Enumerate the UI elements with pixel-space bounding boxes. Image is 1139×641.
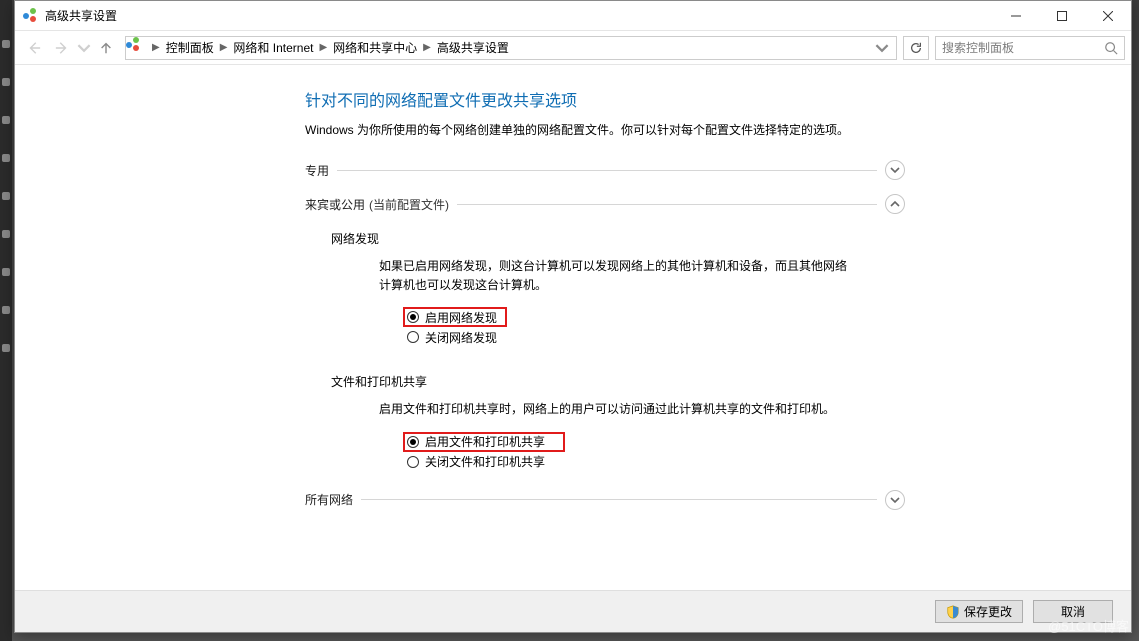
cancel-button[interactable]: 取消 xyxy=(1033,600,1113,623)
nav-forward-button[interactable] xyxy=(49,35,75,61)
content-area: 针对不同的网络配置文件更改共享选项 Windows 为你所使用的每个网络创建单独… xyxy=(15,65,1131,590)
radio-label: 启用网络发现 xyxy=(425,309,497,326)
radio-icon xyxy=(407,456,419,468)
titlebar: 高级共享设置 xyxy=(15,1,1131,31)
nav-back-button[interactable] xyxy=(21,35,47,61)
chevron-right-icon[interactable]: ▶ xyxy=(421,42,433,53)
section-label: 所有网络 xyxy=(305,491,353,508)
address-dropdown-button[interactable] xyxy=(872,38,892,58)
section-private: 专用 xyxy=(305,160,905,180)
radio-label: 关闭文件和打印机共享 xyxy=(425,453,545,470)
file-printer-description: 启用文件和打印机共享时，网络上的用户可以访问通过此计算机共享的文件和打印机。 xyxy=(379,400,849,419)
section-guest-header[interactable]: 来宾或公用 (当前配置文件) xyxy=(305,194,905,214)
nav-recent-dropdown[interactable] xyxy=(77,35,91,61)
breadcrumb: 控制面板 ▶ 网络和 Internet ▶ 网络和共享中心 ▶ 高级共享设置 xyxy=(162,37,872,59)
minimize-button[interactable] xyxy=(993,1,1039,31)
divider xyxy=(337,170,877,171)
chevron-down-icon xyxy=(885,160,905,180)
divider xyxy=(361,499,877,500)
refresh-button[interactable] xyxy=(903,36,929,60)
chevron-right-icon[interactable]: ▶ xyxy=(317,42,329,53)
network-sharing-icon xyxy=(23,8,39,24)
save-button-label: 保存更改 xyxy=(964,603,1012,620)
breadcrumb-item[interactable]: 网络和 Internet xyxy=(229,37,317,59)
shield-icon xyxy=(946,605,960,619)
radio-icon xyxy=(407,311,419,323)
radio-enable-file-printer-sharing[interactable]: 启用文件和打印机共享 xyxy=(403,432,565,452)
search-input[interactable]: 搜索控制面板 xyxy=(935,36,1125,60)
breadcrumb-item[interactable]: 网络和共享中心 xyxy=(329,37,421,59)
network-discovery-title: 网络发现 xyxy=(331,230,905,247)
advanced-sharing-window: 高级共享设置 xyxy=(14,0,1132,633)
navigation-bar: ▶ 控制面板 ▶ 网络和 Internet ▶ 网络和共享中心 ▶ 高级共享设置 xyxy=(15,31,1131,65)
page-heading: 针对不同的网络配置文件更改共享选项 xyxy=(305,87,905,111)
network-discovery-description: 如果已启用网络发现，则这台计算机可以发现网络上的其他计算机和设备，而且其他网络计… xyxy=(379,257,849,295)
save-button[interactable]: 保存更改 xyxy=(935,600,1023,623)
search-placeholder: 搜索控制面板 xyxy=(942,39,1104,56)
radio-label: 关闭网络发现 xyxy=(425,329,497,346)
footer-bar: 保存更改 取消 xyxy=(15,590,1131,632)
divider xyxy=(457,204,877,205)
chevron-right-icon[interactable]: ▶ xyxy=(150,42,162,53)
maximize-button[interactable] xyxy=(1039,1,1085,31)
chevron-down-icon xyxy=(885,490,905,510)
radio-icon xyxy=(407,436,419,448)
radio-disable-network-discovery[interactable]: 关闭网络发现 xyxy=(403,327,905,347)
breadcrumb-item[interactable]: 高级共享设置 xyxy=(433,37,513,59)
network-discovery-radio-group: 启用网络发现 关闭网络发现 xyxy=(403,307,905,347)
search-icon xyxy=(1104,41,1118,55)
file-printer-radio-group: 启用文件和打印机共享 关闭文件和打印机共享 xyxy=(403,432,905,472)
radio-enable-network-discovery[interactable]: 启用网络发现 xyxy=(403,307,507,327)
section-label: 专用 xyxy=(305,162,329,179)
section-label: 来宾或公用 xyxy=(305,196,365,213)
section-guest-public: 来宾或公用 (当前配置文件) 网络发现 如果已启用网络发现，则这台计算机可以发现… xyxy=(305,194,905,476)
address-bar[interactable]: ▶ 控制面板 ▶ 网络和 Internet ▶ 网络和共享中心 ▶ 高级共享设置 xyxy=(125,36,897,60)
section-private-header[interactable]: 专用 xyxy=(305,160,905,180)
file-printer-title: 文件和打印机共享 xyxy=(331,373,905,390)
section-all-networks: 所有网络 xyxy=(305,490,905,510)
section-suffix: (当前配置文件) xyxy=(369,196,449,213)
chevron-up-icon xyxy=(885,194,905,214)
radio-icon xyxy=(407,331,419,343)
cancel-button-label: 取消 xyxy=(1061,603,1085,620)
close-button[interactable] xyxy=(1085,1,1131,31)
radio-label: 启用文件和打印机共享 xyxy=(425,433,545,450)
desktop-left-tray xyxy=(0,0,12,641)
breadcrumb-item[interactable]: 控制面板 xyxy=(162,37,218,59)
radio-disable-file-printer-sharing[interactable]: 关闭文件和打印机共享 xyxy=(403,452,905,472)
window-title: 高级共享设置 xyxy=(45,7,117,24)
network-sharing-icon xyxy=(130,40,146,56)
page-description: Windows 为你所使用的每个网络创建单独的网络配置文件。你可以针对每个配置文… xyxy=(305,121,905,138)
nav-up-button[interactable] xyxy=(93,35,119,61)
section-all-header[interactable]: 所有网络 xyxy=(305,490,905,510)
chevron-right-icon[interactable]: ▶ xyxy=(218,42,230,53)
